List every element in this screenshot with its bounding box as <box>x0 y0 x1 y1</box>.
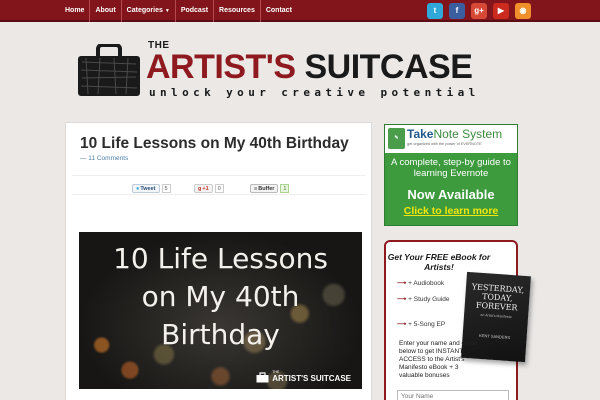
nav-item-contact[interactable]: Contact <box>261 0 297 22</box>
share-bar: ● Tweet 5 g +1 0 ≡ Buffer 1 <box>72 175 366 195</box>
google-plus-icon: g <box>198 185 202 192</box>
nav-label: Home <box>65 7 85 14</box>
twitter-icon[interactable]: t <box>427 3 443 19</box>
name-input[interactable] <box>397 390 509 400</box>
learn-more-link[interactable]: Click to learn more <box>385 205 517 217</box>
nav-item-resources[interactable]: Resources <box>214 0 261 22</box>
optin-title: Get Your FREE eBook for Artists! <box>387 252 491 272</box>
buffer-count: 1 <box>280 184 290 193</box>
take-note-system-ad[interactable]: ✎ TakeNote System get organized with the… <box>384 124 518 226</box>
nav-item-about[interactable]: About <box>90 0 122 22</box>
comments-link[interactable]: — 11 Comments <box>80 155 128 162</box>
arrow-right-icon: ⟶ <box>397 321 407 328</box>
nav-label: Resources <box>219 7 255 14</box>
image-watermark: THE ARTIST'S SUITCASE <box>256 370 351 383</box>
ad-cta: Now Available <box>407 187 495 202</box>
post-title[interactable]: 10 Life Lessons on My 40th Birthday <box>80 135 349 153</box>
rss-icon[interactable]: ◉ <box>515 3 531 19</box>
arrow-right-icon: ⟶ <box>397 280 407 287</box>
tweet-count: 5 <box>161 184 171 193</box>
suitcase-icon <box>256 371 269 382</box>
buffer-share: ≡ Buffer 1 <box>250 184 290 193</box>
nav-label: Contact <box>265 7 292 14</box>
tweet-share: ● Tweet 5 <box>132 184 171 193</box>
logo-title: ARTIST'S SUITCASE <box>146 48 473 86</box>
post-card: 10 Life Lessons on My 40th Birthday — 11… <box>65 122 372 400</box>
gplus-share: g +1 0 <box>194 184 224 193</box>
gplus-count: 0 <box>214 184 224 193</box>
chevron-down-icon: ▼ <box>164 8 170 14</box>
main-nav: Home About Categories ▼ Podcast Resources… <box>60 0 297 22</box>
nav-label: Categories <box>126 7 163 14</box>
optin-item-study-guide: ⟶ + Study Guide <box>397 296 450 303</box>
nav-item-home[interactable]: Home <box>60 0 91 22</box>
evernote-icon: ✎ <box>388 128 405 149</box>
youtube-icon[interactable]: ▶ <box>493 3 509 19</box>
featured-image-text: 10 Life Lessons on My 40th Birthday <box>113 242 328 351</box>
ad-subtitle: get organized with the power of EVERNOTE <box>407 142 482 146</box>
nav-item-categories[interactable]: Categories ▼ <box>122 0 176 22</box>
logo-tagline: unlock your creative potential <box>149 86 480 99</box>
suitcase-icon <box>78 44 140 96</box>
twitter-icon: ● <box>136 185 140 192</box>
featured-image: 10 Life Lessons on My 40th Birthday THE A… <box>79 232 362 389</box>
ad-description: A complete, step-by guide to learning Ev… <box>391 157 511 179</box>
arrow-right-icon: ⟶ <box>397 296 407 303</box>
tweet-button[interactable]: ● Tweet <box>132 184 160 193</box>
ad-header: ✎ TakeNote System get organized with the… <box>385 125 517 153</box>
nav-item-podcast[interactable]: Podcast <box>176 0 215 22</box>
site-logo[interactable]: THE ARTIST'S SUITCASE unlock your creati… <box>74 40 494 102</box>
nav-label: Podcast <box>180 7 209 14</box>
optin-description: Enter your name and email below to get I… <box>399 340 478 379</box>
facebook-icon[interactable]: f <box>449 3 465 19</box>
buffer-icon: ≡ <box>254 185 258 192</box>
google-plus-icon[interactable]: g+ <box>471 3 487 19</box>
ad-title: TakeNote System <box>407 127 503 141</box>
top-nav-bar: Home About Categories ▼ Podcast Resources… <box>0 0 600 22</box>
nav-label: About <box>95 7 116 14</box>
ebook-optin-box: Get Your FREE eBook for Artists! ⟶ + Aud… <box>384 240 531 400</box>
optin-item-ep: ⟶ + 5-Song EP <box>397 321 446 328</box>
social-links: t f g+ ▶ ◉ <box>427 3 531 19</box>
optin-item-audiobook: ⟶ + Audiobook <box>397 280 445 287</box>
buffer-button[interactable]: ≡ Buffer <box>250 184 279 193</box>
gplus-button[interactable]: g +1 <box>194 184 213 193</box>
